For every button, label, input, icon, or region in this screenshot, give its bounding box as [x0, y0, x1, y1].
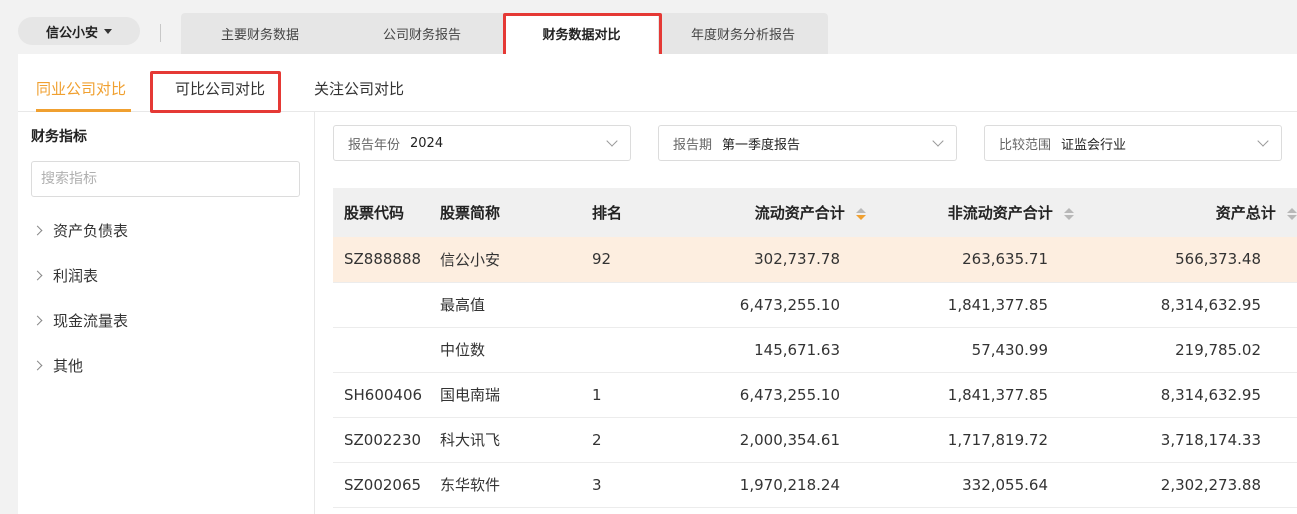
cell-total-assets: 3,718,174.33	[1074, 417, 1297, 463]
chevron-down-icon	[1257, 135, 1269, 147]
cell-stock-name: 信公小安	[440, 237, 592, 283]
cell-total-assets: 2,302,273.88	[1074, 462, 1297, 508]
table-row[interactable]: 中位数 145,671.63 57,430.99 219,785.02	[333, 327, 1297, 373]
cell-rank	[592, 327, 672, 373]
company-name: 信公小安	[45, 25, 98, 41]
cell-stock-code	[333, 282, 440, 328]
indicator-search-input[interactable]	[31, 161, 300, 197]
table-header-row: 股票代码 股票简称 排名 流动资产合计 非流动资产合计 资产总计	[333, 188, 1297, 237]
sidebar-item-cash-flow[interactable]: 现金流量表	[32, 310, 129, 331]
sidebar-item-label: 资产负债表	[53, 222, 129, 240]
tab-company-financial-report[interactable]: 公司财务报告	[339, 13, 505, 54]
cell-stock-code	[333, 327, 440, 373]
sidebar-item-label: 现金流量表	[53, 312, 129, 330]
header-label: 流动资产合计	[754, 204, 845, 222]
header-stock-name: 股票简称	[440, 188, 592, 237]
report-period-select[interactable]: 报告期 第一季度报告	[658, 125, 957, 161]
cell-current-assets: 302,737.78	[672, 237, 866, 283]
chevron-right-icon	[32, 270, 43, 281]
filter-label: 报告期	[673, 137, 713, 153]
sidebar-item-label: 其他	[53, 357, 84, 375]
sidebar-item-balance-sheet[interactable]: 资产负债表	[32, 220, 129, 241]
cell-rank: 92	[592, 237, 672, 283]
chevron-right-icon	[32, 225, 43, 236]
table-row[interactable]: SH600406 国电南瑞 1 6,473,255.10 1,841,377.85 8,3…	[333, 372, 1297, 418]
cell-total-assets: 219,785.02	[1074, 327, 1297, 373]
header-noncurrent-assets[interactable]: 非流动资产合计	[866, 188, 1074, 237]
cell-current-assets: 6,473,255.10	[672, 282, 866, 328]
sort-icon[interactable]	[1064, 207, 1074, 220]
sort-icon[interactable]	[1287, 207, 1297, 220]
subtab-industry-compare[interactable]: 同业公司对比	[36, 78, 126, 99]
sidebar-item-income-statement[interactable]: 利润表	[32, 265, 99, 286]
main-panel: 同业公司对比 可比公司对比 关注公司对比 财务指标 资产负债表 利润表 现金流量…	[18, 54, 1297, 514]
chevron-right-icon	[32, 360, 43, 371]
cell-noncurrent-assets: 57,430.99	[866, 327, 1074, 373]
chevron-right-icon	[32, 315, 43, 326]
compare-scope-select[interactable]: 比较范围 证监会行业	[984, 125, 1282, 161]
cell-stock-name: 中位数	[440, 327, 592, 373]
cell-stock-name: 科大讯飞	[440, 417, 592, 463]
cell-stock-code: SH600406	[333, 372, 440, 418]
subtab-followed-compare[interactable]: 关注公司对比	[314, 78, 404, 99]
cell-rank: 3	[592, 462, 672, 508]
comparison-table: 股票代码 股票简称 排名 流动资产合计 非流动资产合计 资产总计 SZ88888…	[333, 188, 1297, 508]
cell-total-assets: 566,373.48	[1074, 237, 1297, 283]
caret-down-icon	[104, 28, 112, 34]
top-bar: 信公小安 主要财务数据 公司财务报告 财务数据对比 年度财务分析报告	[0, 0, 1297, 62]
cell-noncurrent-assets: 332,055.64	[866, 462, 1074, 508]
header-stock-code: 股票代码	[333, 188, 440, 237]
company-selector[interactable]: 信公小安	[18, 17, 140, 45]
cell-stock-name: 国电南瑞	[440, 372, 592, 418]
cell-noncurrent-assets: 1,841,377.85	[866, 282, 1074, 328]
divider	[160, 24, 161, 42]
cell-total-assets: 8,314,632.95	[1074, 372, 1297, 418]
filter-value: 2024	[410, 135, 444, 151]
sidebar-item-label: 利润表	[53, 267, 99, 285]
chevron-down-icon	[932, 135, 944, 147]
header-label: 资产总计	[1215, 204, 1276, 222]
cell-rank: 1	[592, 372, 672, 418]
cell-noncurrent-assets: 263,635.71	[866, 237, 1074, 283]
table-row[interactable]: 最高值 6,473,255.10 1,841,377.85 8,314,632.95	[333, 282, 1297, 328]
cell-rank: 2	[592, 417, 672, 463]
report-year-select[interactable]: 报告年份 2024	[333, 125, 631, 161]
cell-stock-name: 东华软件	[440, 462, 592, 508]
sidebar-item-other[interactable]: 其他	[32, 355, 84, 376]
table-row[interactable]: SZ888888 信公小安 92 302,737.78 263,635.71 566,37…	[333, 237, 1297, 283]
chevron-down-icon	[606, 135, 618, 147]
cell-stock-code: SZ002230	[333, 417, 440, 463]
tab-main-financial-data[interactable]: 主要财务数据	[181, 13, 339, 54]
filter-value: 证监会行业	[1061, 137, 1127, 153]
header-total-assets[interactable]: 资产总计	[1074, 188, 1297, 237]
filter-label: 报告年份	[348, 137, 401, 153]
cell-current-assets: 6,473,255.10	[672, 372, 866, 418]
cell-total-assets: 8,314,632.95	[1074, 282, 1297, 328]
cell-current-assets: 1,970,218.24	[672, 462, 866, 508]
filter-value: 第一季度报告	[722, 137, 801, 153]
table-row[interactable]: SZ002230 科大讯飞 2 2,000,354.61 1,717,819.72 3,7…	[333, 417, 1297, 463]
cell-rank	[592, 282, 672, 328]
sidebar: 财务指标 资产负债表 利润表 现金流量表 其他	[18, 112, 315, 514]
header-current-assets[interactable]: 流动资产合计	[672, 188, 866, 237]
table-row[interactable]: SZ002065 东华软件 3 1,970,218.24 332,055.64 2,302…	[333, 462, 1297, 508]
filter-label: 比较范围	[999, 137, 1052, 153]
header-rank: 排名	[592, 188, 672, 237]
cell-stock-code: SZ888888	[333, 237, 440, 283]
header-label: 非流动资产合计	[947, 204, 1053, 222]
cell-noncurrent-assets: 1,717,819.72	[866, 417, 1074, 463]
cell-current-assets: 145,671.63	[672, 327, 866, 373]
cell-stock-code: SZ002065	[333, 462, 440, 508]
cell-noncurrent-assets: 1,841,377.85	[866, 372, 1074, 418]
annotation-box-subtab	[150, 71, 281, 113]
sidebar-title: 财务指标	[31, 129, 87, 145]
cell-current-assets: 2,000,354.61	[672, 417, 866, 463]
sort-icon[interactable]	[856, 207, 866, 220]
tab-annual-analysis-report[interactable]: 年度财务分析报告	[658, 13, 828, 54]
cell-stock-name: 最高值	[440, 282, 592, 328]
